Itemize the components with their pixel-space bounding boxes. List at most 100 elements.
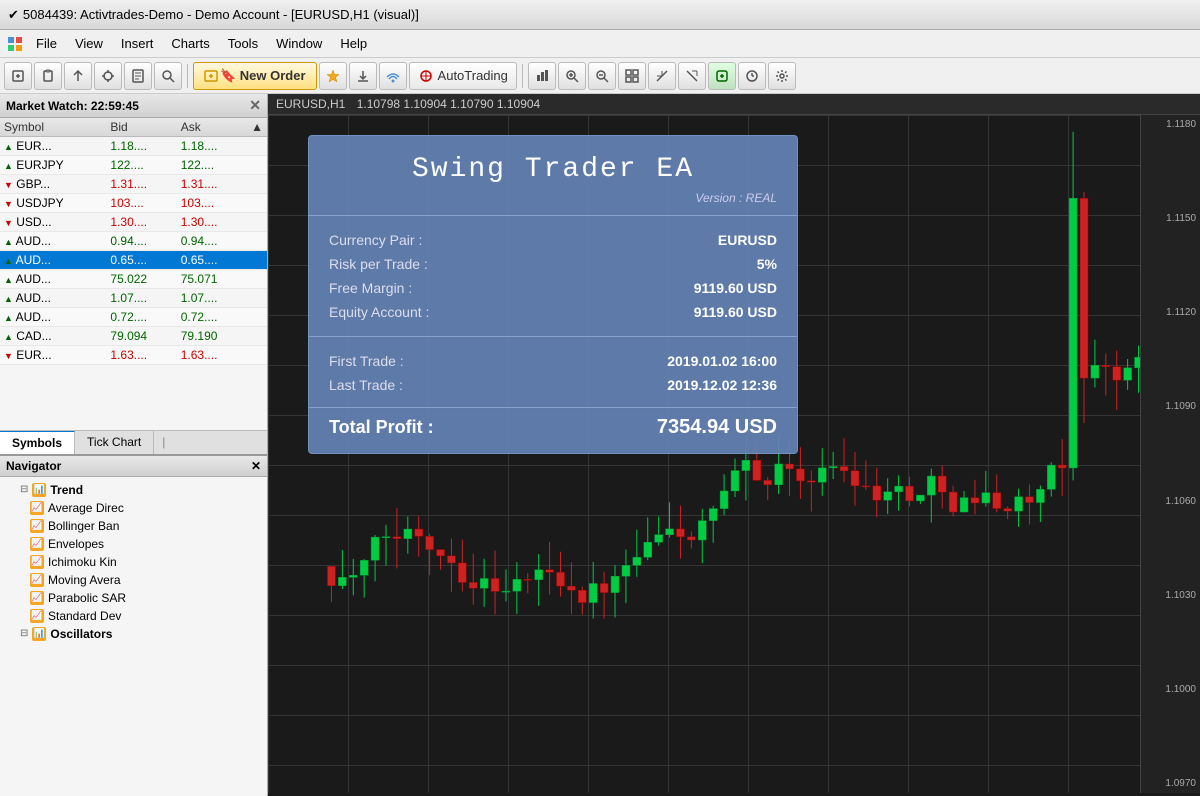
price-scale: 1.11801.11501.11201.10901.10601.10301.10… [1140,115,1200,793]
chart-header: EURUSD,H1 1.10798 1.10904 1.10790 1.1090… [268,94,1200,115]
toolbar-star-btn[interactable] [319,62,347,90]
price-label: 1.0970 [1143,778,1198,789]
col-ask: Ask [177,118,247,137]
price-label: 1.1030 [1143,590,1198,601]
table-row[interactable]: ▼ USD... 1.30.... 1.30.... [0,213,267,232]
market-watch-body: Symbol Bid Ask ▲ ▲ EUR... 1.18.... 1.18.… [0,118,267,430]
left-panel: Market Watch: 22:59:45 ✕ Symbol Bid Ask … [0,94,268,796]
toolbar-doc-btn[interactable] [124,62,152,90]
info-trade-row: First Trade :2019.01.02 16:00 [329,349,777,373]
price-label: 1.1120 [1143,307,1198,318]
table-row[interactable]: ▲ AUD... 75.022 75.071 [0,270,267,289]
market-tbody: ▲ EUR... 1.18.... 1.18.... ▲ EURJPY 122.… [0,137,267,365]
nav-leaf-item[interactable]: 📈 Ichimoku Kin [0,553,267,571]
separator-1 [187,64,188,88]
chart-canvas[interactable]: Swing Trader EA Version : REAL Currency … [268,115,1200,793]
menu-file[interactable]: File [28,34,65,53]
toolbar-chart-btn2[interactable] [648,62,676,90]
checkmark-icon: ✔ [8,7,19,23]
nav-leaf-item[interactable]: 📈 Average Direc [0,499,267,517]
info-card-version: Version : REAL [309,191,797,215]
toolbar-chart-btn3[interactable] [678,62,706,90]
toolbar-green-btn[interactable] [708,62,736,90]
info-card-profit: Total Profit : 7354.94 USD [309,408,797,453]
table-row[interactable]: ▼ USDJPY 103.... 103.... [0,194,267,213]
price-label: 1.1150 [1143,213,1198,224]
navigator-title: Navigator [6,459,61,473]
nav-leaf-item[interactable]: 📈 Parabolic SAR [0,589,267,607]
tab-symbols[interactable]: Symbols [0,431,75,454]
navigator-body: ⊟ 📊 Trend 📈 Average Direc 📈 Bollinger Ba… [0,477,267,796]
info-trade-row: Last Trade :2019.12.02 12:36 [329,373,777,397]
price-label: 1.1000 [1143,684,1198,695]
info-card-details: Currency Pair :EURUSDRisk per Trade :5%F… [309,216,797,336]
table-row[interactable]: ▲ AUD... 0.94.... 0.94.... [0,232,267,251]
market-tabs: Symbols Tick Chart | [0,430,267,454]
window-title: 5084439: Activtrades-Demo - Demo Account… [23,7,419,22]
market-table: Symbol Bid Ask ▲ ▲ EUR... 1.18.... 1.18.… [0,118,267,365]
nav-leaf-item[interactable]: 📈 Standard Dev [0,607,267,625]
nav-leaf-item[interactable]: 📈 Moving Avera [0,571,267,589]
col-bid: Bid [106,118,176,137]
toolbar-tile-btn[interactable] [618,62,646,90]
new-order-button[interactable]: 🔖 New Order [193,62,317,90]
info-field-row: Currency Pair :EURUSD [329,228,777,252]
table-row[interactable]: ▲ AUD... 1.07.... 1.07.... [0,289,267,308]
market-watch-close[interactable]: ✕ [249,97,261,114]
title-bar: ✔ 5084439: Activtrades-Demo - Demo Accou… [0,0,1200,30]
profit-label: Total Profit : [329,417,434,438]
toolbar-download-btn[interactable] [349,62,377,90]
toolbar-clock-btn[interactable] [738,62,766,90]
navigator-close[interactable]: ✕ [251,459,261,473]
info-card: Swing Trader EA Version : REAL Currency … [308,135,798,454]
info-field-row: Free Margin :9119.60 USD [329,276,777,300]
toolbar-arrow-btn[interactable] [64,62,92,90]
chart-symbol: EURUSD,H1 [276,97,345,111]
menu-view[interactable]: View [67,34,111,53]
toolbar-settings-btn[interactable] [768,62,796,90]
table-row[interactable]: ▲ AUD... 0.65.... 0.65.... [0,251,267,270]
toolbar-wifi-btn[interactable] [379,62,407,90]
toolbar-zoom-in-btn[interactable] [558,62,586,90]
menu-insert[interactable]: Insert [113,34,162,53]
table-row[interactable]: ▲ EUR... 1.18.... 1.18.... [0,137,267,156]
tab-tick-chart[interactable]: Tick Chart [75,431,154,454]
auto-trading-button[interactable]: AutoTrading [409,62,517,90]
separator-2 [522,64,523,88]
price-label: 1.1060 [1143,496,1198,507]
table-row[interactable]: ▼ EUR... 1.63.... 1.63.... [0,346,267,365]
chart-prices: 1.10798 1.10904 1.10790 1.10904 [357,97,541,111]
toolbar-crosshair-btn[interactable] [94,62,122,90]
toolbar-plus-btn[interactable] [4,62,32,90]
menu-window[interactable]: Window [268,34,330,53]
nav-leaf-item[interactable]: 📈 Bollinger Ban [0,517,267,535]
nav-leaf-item[interactable]: 📈 Envelopes [0,535,267,553]
menu-tools[interactable]: Tools [220,34,266,53]
nav-folder-item[interactable]: ⊟ 📊 Oscillators [0,625,267,643]
table-row[interactable]: ▲ CAD... 79.094 79.190 [0,327,267,346]
navigator-header: Navigator ✕ [0,454,267,477]
new-order-label: 🔖 New Order [220,68,306,84]
info-card-trades: First Trade :2019.01.02 16:00Last Trade … [309,337,797,407]
table-row[interactable]: ▲ EURJPY 122.... 122.... [0,156,267,175]
nav-folder-item[interactable]: ⊟ 📊 Trend [0,481,267,499]
menu-bar: File View Insert Charts Tools Window Hel… [0,30,1200,58]
info-card-title: Swing Trader EA [309,136,797,191]
toolbar: 🔖 New Order AutoTrading [0,58,1200,94]
price-label: 1.1180 [1143,119,1198,130]
info-field-row: Equity Account :9119.60 USD [329,300,777,324]
menu-charts[interactable]: Charts [163,34,217,53]
toolbar-zoom-out-btn[interactable] [588,62,616,90]
menu-help[interactable]: Help [332,34,375,53]
toolbar-chart-btn1[interactable] [528,62,556,90]
market-watch-title: Market Watch: 22:59:45 [6,99,139,113]
toolbar-search-btn[interactable] [154,62,182,90]
info-field-row: Risk per Trade :5% [329,252,777,276]
col-scroll: ▲ [247,118,267,137]
table-row[interactable]: ▲ AUD... 0.72.... 0.72.... [0,308,267,327]
auto-trading-label: AutoTrading [438,68,508,83]
toolbar-clipboard-btn[interactable] [34,62,62,90]
main-layout: Market Watch: 22:59:45 ✕ Symbol Bid Ask … [0,94,1200,796]
profit-value: 7354.94 USD [657,416,777,439]
table-row[interactable]: ▼ GBP... 1.31.... 1.31.... [0,175,267,194]
